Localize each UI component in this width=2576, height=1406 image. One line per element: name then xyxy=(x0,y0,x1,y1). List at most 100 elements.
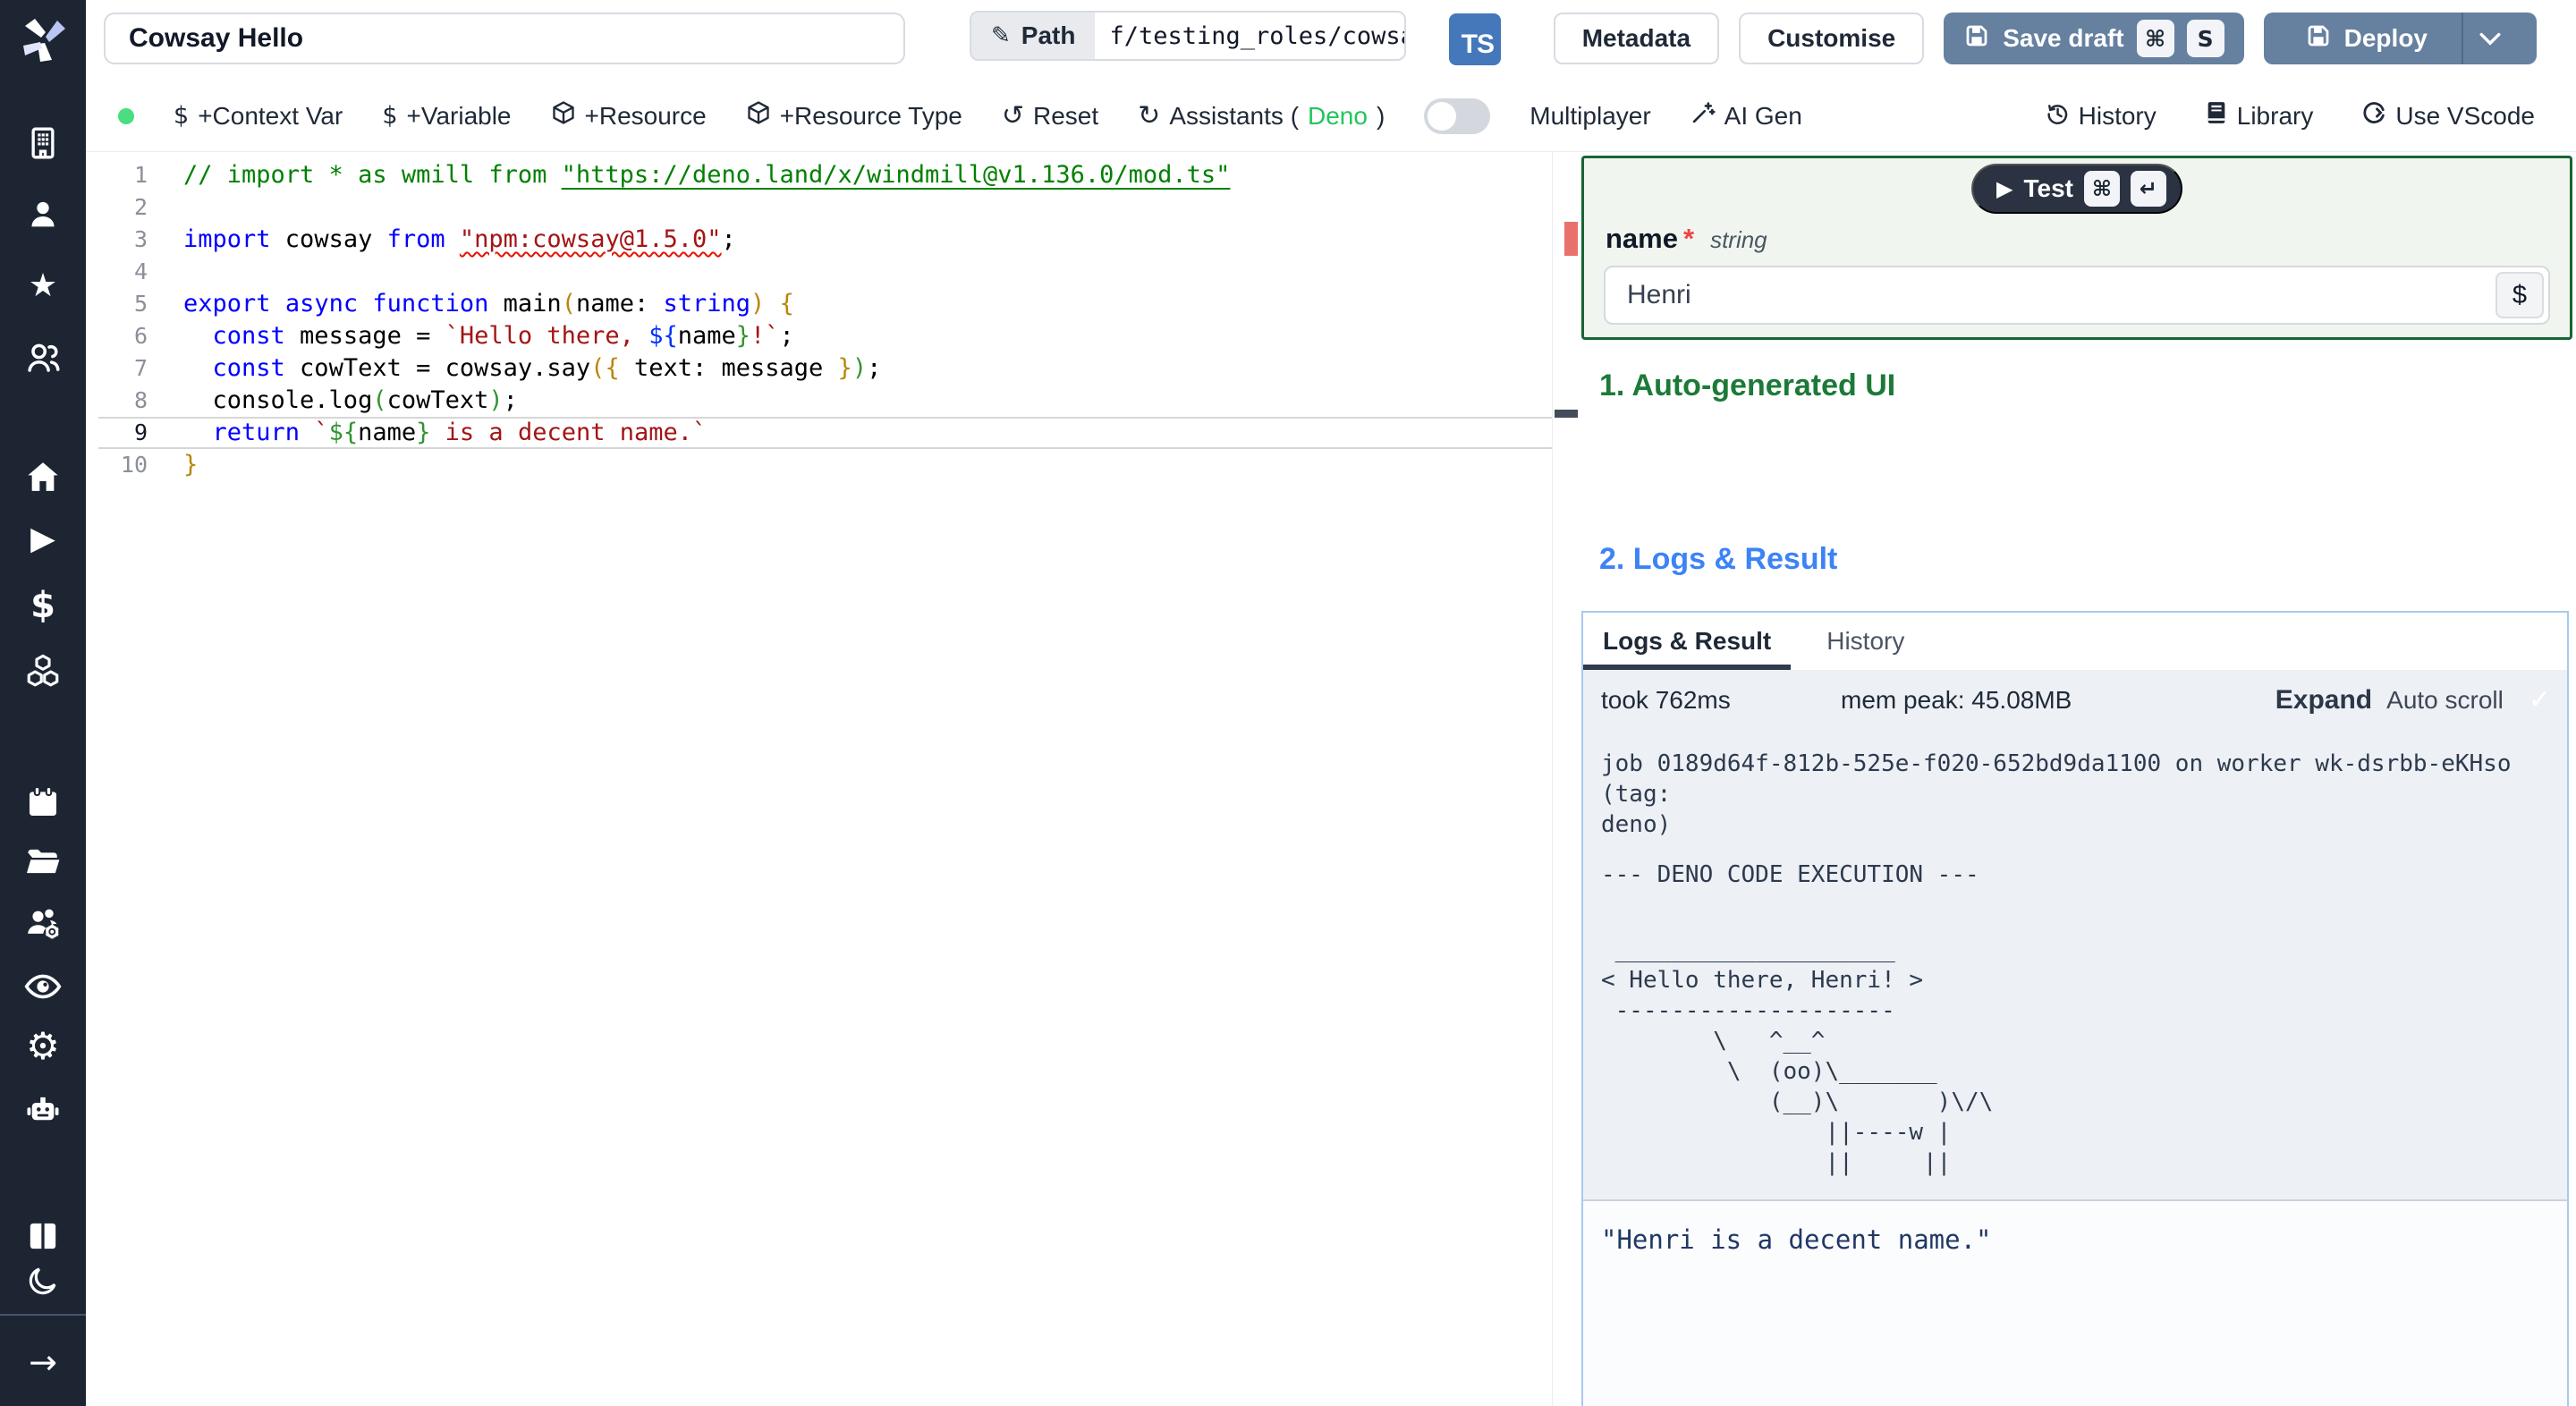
s-keycap: S xyxy=(2186,20,2224,57)
sidebar-divider xyxy=(0,1314,86,1316)
customise-button[interactable]: Customise xyxy=(1739,13,1925,64)
line-number: 5 xyxy=(133,291,148,317)
preview-panel: ▶ Test ⌘ ↵ name * string $ 1. Auto-gener… xyxy=(1578,152,2576,1406)
add-resource-button[interactable]: +Resource xyxy=(551,100,707,131)
code-editor[interactable]: 1 2 3 4 5 6 7 8 9 10 // import * as wmil… xyxy=(86,152,1578,1406)
sidebar-item-dark-mode[interactable] xyxy=(0,1259,86,1302)
ai-gen-label: AI Gen xyxy=(1724,101,1802,130)
add-resource-type-button[interactable]: +Resource Type xyxy=(746,100,962,131)
test-args-panel: ▶ Test ⌘ ↵ name * string $ xyxy=(1581,156,2572,340)
sidebar-item-folders[interactable] xyxy=(0,840,86,883)
sidebar-item-docs[interactable] xyxy=(0,1215,86,1258)
sidebar-item-runs[interactable]: ▶ xyxy=(0,518,86,561)
result-value: "Henri is a decent name." xyxy=(1601,1224,1992,1255)
play-icon: ▶ xyxy=(1996,176,2013,201)
dollar-icon: $ xyxy=(30,585,55,626)
sidebar-item-resources[interactable] xyxy=(0,649,86,692)
insert-variable-button[interactable]: $ xyxy=(2496,272,2544,318)
script-title-input[interactable] xyxy=(104,13,905,64)
code-line: console.log(cowText); xyxy=(183,385,1552,417)
editor-toolbar: $ +Context Var $ +Variable +Resource +Re… xyxy=(86,80,2576,152)
job-log-line: job 0189d64f-812b-525e-f020-652bd9da1100… xyxy=(1601,750,2512,838)
expand-button[interactable]: Expand xyxy=(2275,685,2372,716)
sidebar-item-schedules[interactable] xyxy=(0,781,86,824)
code-error-token: "npm:cowsay@1.5.0" xyxy=(459,225,722,253)
code-token: console.log xyxy=(183,386,373,414)
code-token: // import * as wmill from xyxy=(183,161,562,189)
history-button[interactable]: History xyxy=(2045,100,2157,131)
dollar-icon: $ xyxy=(382,102,398,130)
tab-logs-result[interactable]: Logs & Result xyxy=(1603,627,1771,656)
metadata-button[interactable]: Metadata xyxy=(1553,13,1720,64)
line-number: 8 xyxy=(133,387,148,413)
deploy-button[interactable]: Deploy xyxy=(2263,13,2537,64)
sidebar-item-workers[interactable] xyxy=(0,1088,86,1131)
sidebar-item-groups[interactable] xyxy=(0,336,86,379)
check-icon[interactable]: ✓ xyxy=(2529,684,2551,716)
sidebar-item-groups-admin[interactable] xyxy=(0,902,86,944)
run-stats-row: took 762ms mem peak: 45.08MB Expand Auto… xyxy=(1601,684,2551,716)
user-icon xyxy=(25,197,61,233)
code-token: { xyxy=(779,290,794,318)
pencil-icon: ✎ xyxy=(991,22,1011,49)
reset-button[interactable]: ↺ Reset xyxy=(1002,100,1098,131)
use-vscode-button[interactable]: Use VScode xyxy=(2361,100,2535,131)
code-token: is a decent name.` xyxy=(430,419,708,446)
test-button[interactable]: ▶ Test ⌘ ↵ xyxy=(1971,164,2182,214)
sidebar-item-variables[interactable]: $ xyxy=(0,584,86,627)
save-draft-button[interactable]: Save draft ⌘ S xyxy=(1944,13,2244,64)
code-content[interactable]: // import * as wmill from "https://deno.… xyxy=(183,152,1552,481)
windmill-logo-icon[interactable] xyxy=(0,11,86,68)
sidebar-item-workspace[interactable] xyxy=(0,122,86,165)
line-number: 2 xyxy=(133,194,148,220)
line-number-active: 9 xyxy=(133,419,148,445)
add-resource-label: +Resource xyxy=(584,101,707,130)
sidebar-expand-button[interactable]: → xyxy=(0,1341,86,1384)
library-button[interactable]: Library xyxy=(2205,100,2313,131)
sidebar-item-favorites[interactable]: ★ xyxy=(0,265,86,308)
code-token: } xyxy=(837,354,852,382)
autoscroll-label[interactable]: Auto scroll xyxy=(2386,686,2504,715)
home-icon xyxy=(25,459,61,495)
save-icon xyxy=(1963,22,1990,55)
name-argument-input[interactable] xyxy=(1604,266,2550,325)
cowsay-ascii-art: ____________________ < Hello there, Henr… xyxy=(1601,936,1994,1176)
users-icon xyxy=(24,339,62,377)
sidebar-item-settings[interactable]: ⚙ xyxy=(0,1025,86,1068)
sidebar-item-audit-logs[interactable] xyxy=(0,965,86,1008)
play-icon: ▶ xyxy=(30,521,55,557)
multiplayer-toggle[interactable] xyxy=(1424,97,1491,134)
code-token: async xyxy=(284,290,359,318)
line-number-gutter: 1 2 3 4 5 6 7 8 9 10 xyxy=(86,152,183,1406)
path-button[interactable]: ✎ Path f/testing_roles/cowsa xyxy=(970,11,1407,61)
assistants-button[interactable]: ↻ Assistants (Deno) xyxy=(1138,100,1385,131)
code-line: export async function main(name: string)… xyxy=(183,288,1552,320)
code-token: ( xyxy=(561,290,576,318)
code-line: const cowText = cowsay.say({ text: messa… xyxy=(183,352,1552,385)
code-token: ${ xyxy=(648,322,678,350)
tab-history[interactable]: History xyxy=(1826,627,1904,656)
code-token: ) xyxy=(852,354,868,382)
add-variable-button[interactable]: $ +Variable xyxy=(382,102,511,131)
code-token: name xyxy=(358,419,417,446)
overview-ruler[interactable] xyxy=(1552,152,1578,1406)
sidebar-item-home[interactable] xyxy=(0,455,86,498)
code-token: return xyxy=(212,419,301,446)
execution-header: --- DENO CODE EXECUTION --- xyxy=(1601,861,1979,888)
ai-gen-button[interactable]: AI Gen xyxy=(1690,100,1802,131)
deploy-dropdown-button[interactable] xyxy=(2462,13,2517,64)
toolbar-right: History Library Use VScode xyxy=(2045,100,2535,131)
result-box: "Henri is a decent name." xyxy=(1583,1199,2567,1406)
memory-peak: mem peak: 45.08MB xyxy=(1841,685,2072,714)
code-token: ; xyxy=(867,354,882,382)
sidebar-item-user[interactable] xyxy=(0,193,86,236)
building-icon xyxy=(25,125,61,161)
code-link-token[interactable]: "https://deno.land/x/windmill@v1.136.0/m… xyxy=(562,161,1231,189)
chevron-down-icon xyxy=(2479,24,2502,53)
test-button-label: Test xyxy=(2023,174,2073,202)
metadata-label: Metadata xyxy=(1581,24,1691,52)
add-context-var-button[interactable]: $ +Context Var xyxy=(174,102,343,131)
